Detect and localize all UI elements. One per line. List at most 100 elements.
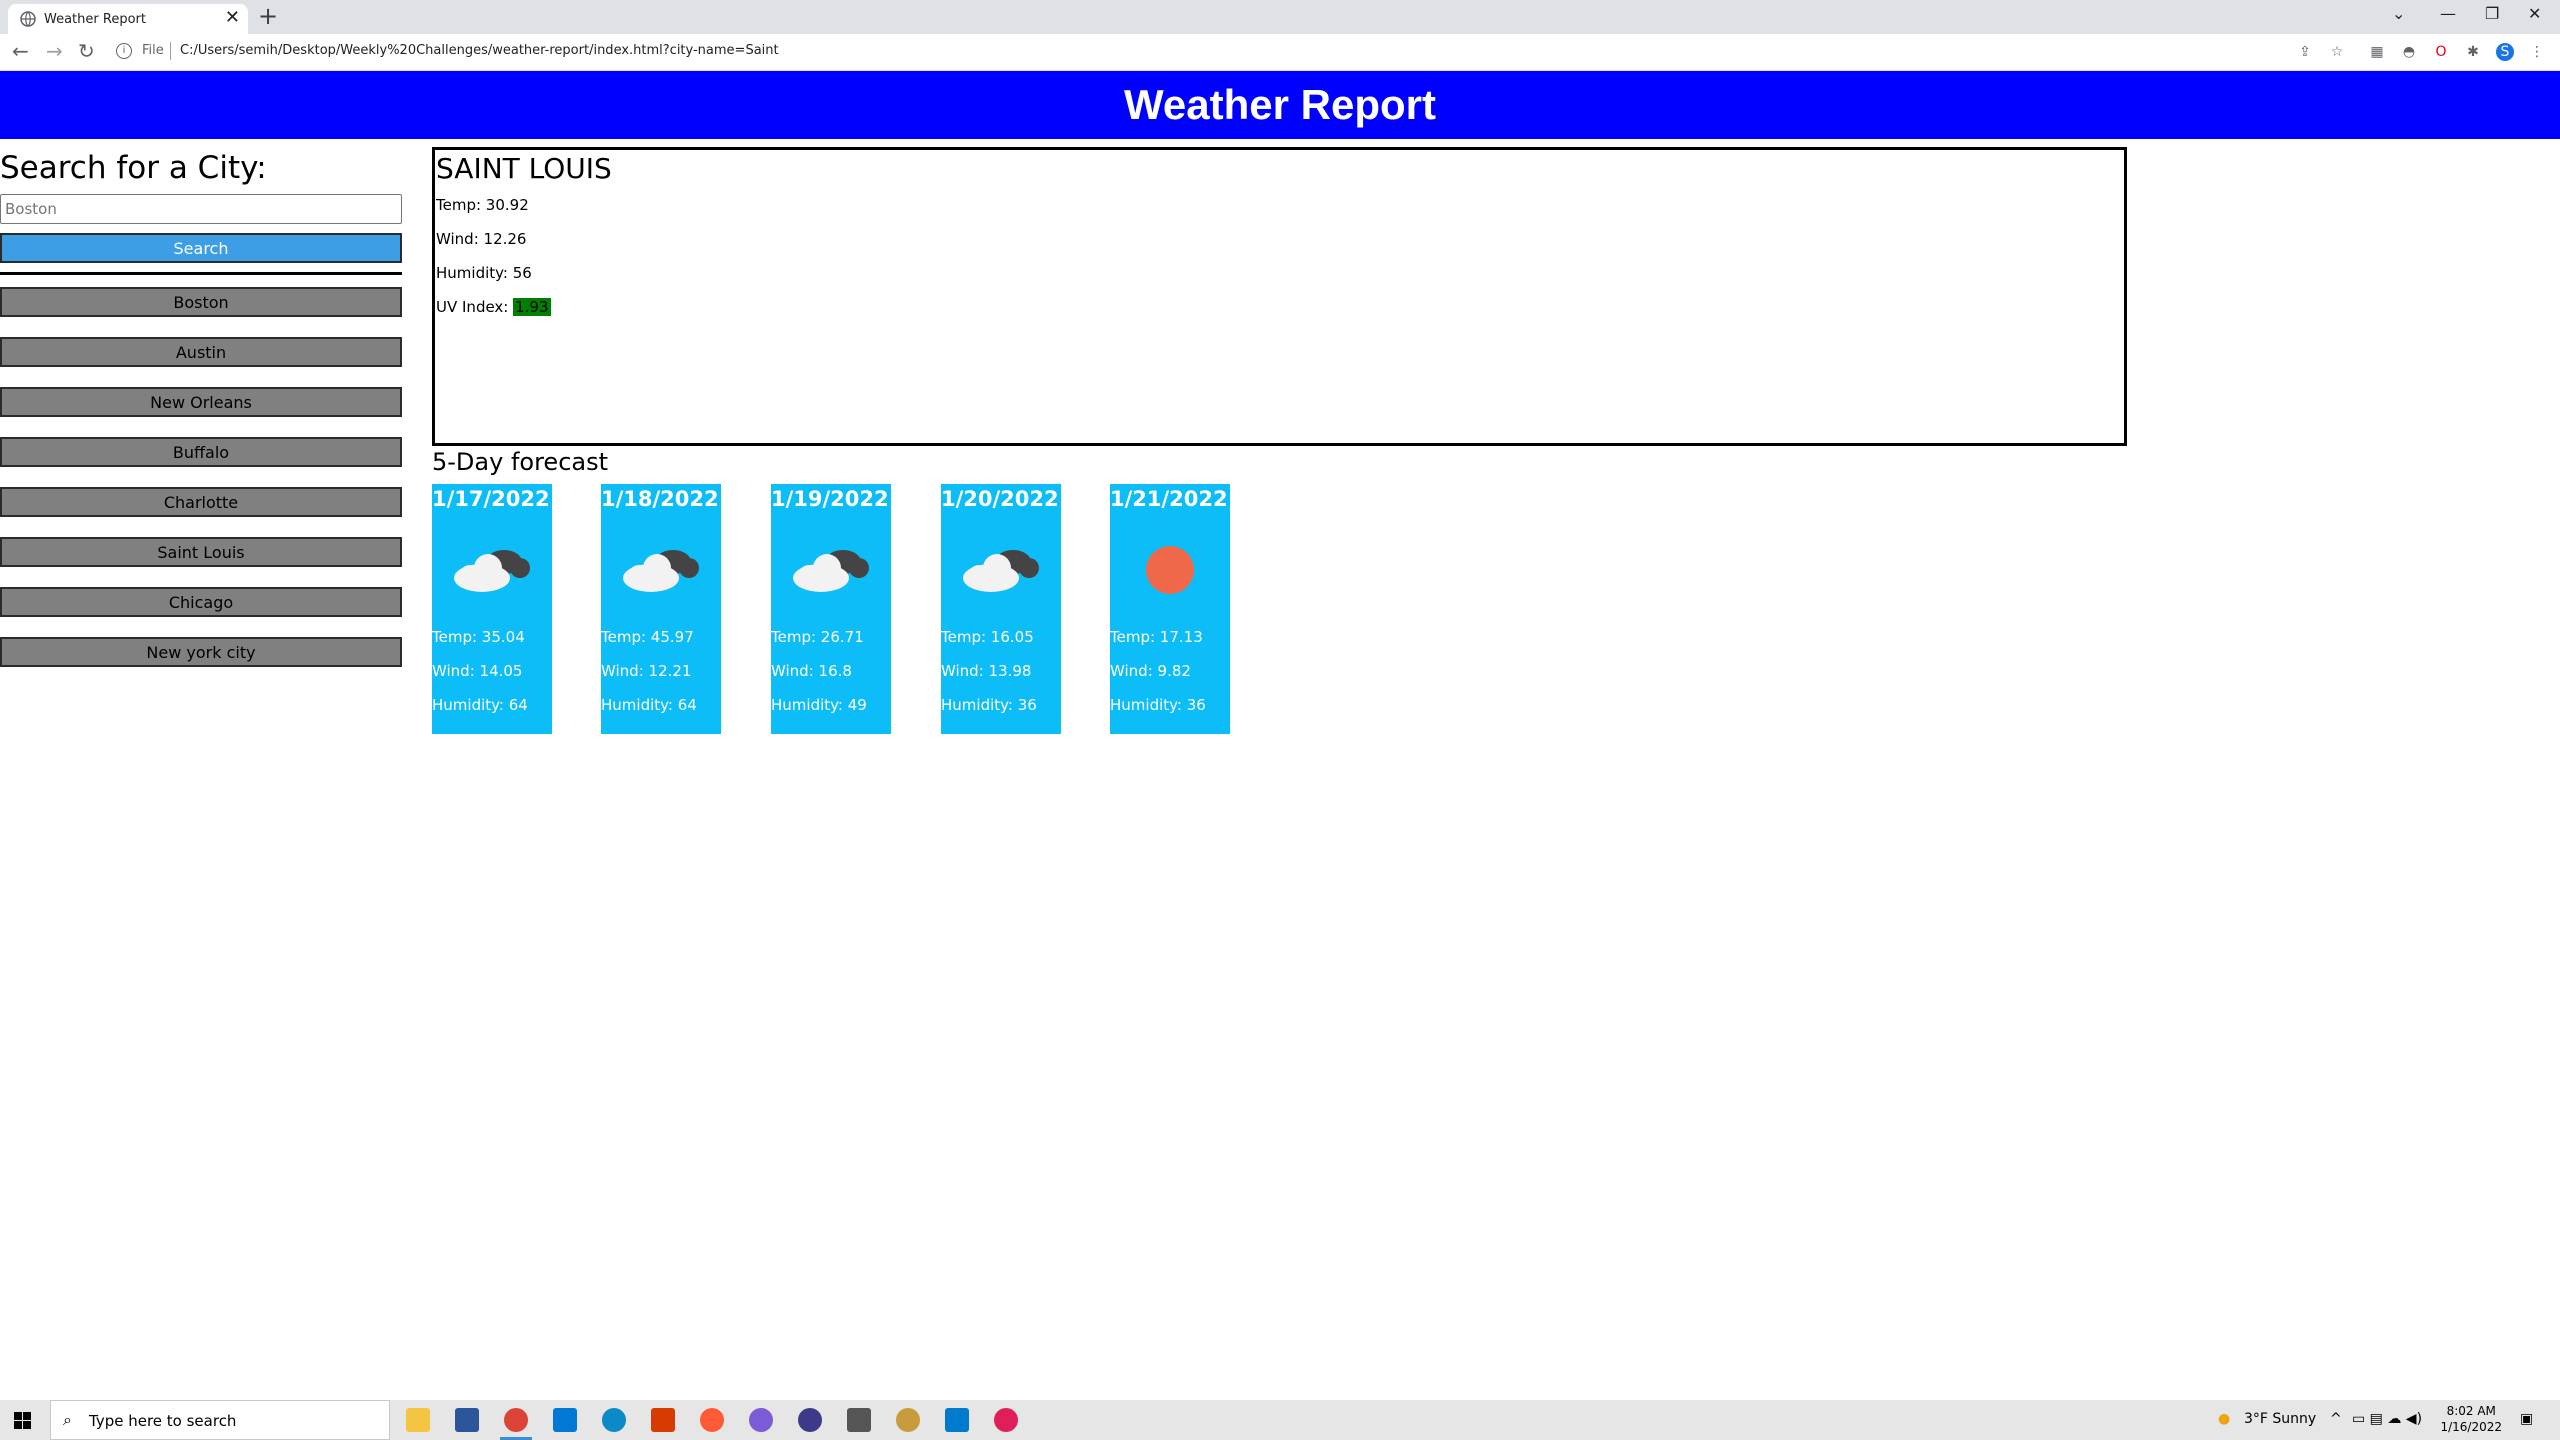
forecast-temp: Temp: 26.71 bbox=[771, 628, 864, 646]
forecast-date: 1/19/2022 bbox=[771, 487, 889, 511]
current-temp: Temp: 30.92 bbox=[436, 196, 529, 214]
search-button[interactable]: Search bbox=[0, 233, 402, 263]
discord-icon[interactable] bbox=[749, 1408, 773, 1432]
share-icon[interactable]: ⇪ bbox=[2296, 43, 2314, 61]
windows-taskbar: ⌕ Type here to search ● 3°F Sunny ^ ▭ ▤ … bbox=[0, 1400, 2560, 1440]
forecast-temp: Temp: 16.05 bbox=[941, 628, 1034, 646]
forecast-wind: Wind: 16.8 bbox=[771, 662, 852, 680]
slack-icon[interactable] bbox=[994, 1408, 1018, 1432]
forecast-date: 1/21/2022 bbox=[1110, 487, 1228, 511]
current-city-name: SAINT LOUIS bbox=[436, 152, 612, 185]
history-button-saint-louis[interactable]: Saint Louis bbox=[0, 537, 402, 567]
history-button-chicago[interactable]: Chicago bbox=[0, 587, 402, 617]
cloud-icon bbox=[454, 550, 530, 592]
windows-start-icon[interactable] bbox=[14, 1412, 31, 1429]
forecast-temp: Temp: 17.13 bbox=[1110, 628, 1203, 646]
clock-date: 1/16/2022 bbox=[2440, 1420, 2502, 1434]
history-button-buffalo[interactable]: Buffalo bbox=[0, 437, 402, 467]
history-button-new-york-city[interactable]: New york city bbox=[0, 637, 402, 667]
address-bar[interactable]: C:/Users/semih/Desktop/Weekly%20Challeng… bbox=[180, 43, 779, 58]
globe-icon bbox=[20, 11, 36, 27]
github-desktop-icon[interactable] bbox=[798, 1408, 822, 1432]
history-button-boston[interactable]: Boston bbox=[0, 287, 402, 317]
chrome-icon[interactable] bbox=[504, 1408, 528, 1432]
minimize-icon[interactable]: — bbox=[2440, 4, 2456, 23]
restore-icon[interactable]: ❐ bbox=[2485, 4, 2499, 23]
opera-extension-icon[interactable]: O bbox=[2432, 43, 2450, 61]
tab-close-icon[interactable]: ✕ bbox=[225, 8, 240, 28]
puzzle-extensions-icon[interactable]: ✱ bbox=[2464, 43, 2482, 61]
bookmark-star-icon[interactable]: ☆ bbox=[2328, 43, 2346, 61]
browser-tab[interactable]: Weather Report ✕ bbox=[8, 4, 248, 34]
weather-tray-icon[interactable]: ● bbox=[2218, 1411, 2230, 1427]
search-icon: ⌕ bbox=[63, 1410, 72, 1429]
taskbar-search-placeholder: Type here to search bbox=[89, 1412, 237, 1430]
browser-menu-icon[interactable]: ⋮ bbox=[2528, 43, 2546, 61]
forecast-card: 1/18/2022 Temp: 45.97 Wind: 12.21 Humidi… bbox=[601, 484, 721, 734]
forecast-wind: Wind: 13.98 bbox=[941, 662, 1032, 680]
incognito-extension-icon[interactable]: ◓ bbox=[2400, 43, 2418, 61]
browser-toolbar: ← → ↻ i File C:/Users/semih/Desktop/Week… bbox=[0, 34, 2560, 71]
page-header: Weather Report bbox=[0, 71, 2560, 139]
sidebar-divider bbox=[0, 272, 402, 275]
extension-icon[interactable]: ▦ bbox=[2368, 43, 2386, 61]
vscode-icon[interactable] bbox=[945, 1408, 969, 1432]
cloud-icon bbox=[793, 550, 869, 592]
forecast-temp: Temp: 45.97 bbox=[601, 628, 694, 646]
edge-icon[interactable] bbox=[602, 1408, 626, 1432]
current-humidity: Humidity: 56 bbox=[436, 264, 532, 282]
forecast-wind: Wind: 9.82 bbox=[1110, 662, 1191, 680]
forecast-title: 5-Day forecast bbox=[432, 448, 609, 476]
forecast-date: 1/18/2022 bbox=[601, 487, 719, 511]
omnibox-separator bbox=[170, 42, 171, 60]
history-button-charlotte[interactable]: Charlotte bbox=[0, 487, 402, 517]
forecast-card: 1/21/2022 Temp: 17.13 Wind: 9.82 Humidit… bbox=[1110, 484, 1230, 734]
clock-time: 8:02 AM bbox=[2446, 1404, 2496, 1418]
mail-icon[interactable] bbox=[553, 1408, 577, 1432]
reload-icon[interactable]: ↻ bbox=[78, 40, 95, 62]
current-uv-row: UV Index: 1.93 bbox=[436, 298, 551, 316]
store-icon[interactable] bbox=[455, 1408, 479, 1432]
cloud-icon bbox=[963, 550, 1039, 592]
forecast-humidity: Humidity: 36 bbox=[941, 696, 1037, 714]
office-icon[interactable] bbox=[651, 1408, 675, 1432]
terminal-icon[interactable] bbox=[847, 1408, 871, 1432]
game-launcher-icon[interactable] bbox=[896, 1408, 920, 1432]
file-explorer-icon[interactable] bbox=[406, 1408, 430, 1432]
tab-title: Weather Report bbox=[44, 12, 146, 27]
new-tab-button[interactable]: + bbox=[258, 3, 278, 29]
app-icon[interactable] bbox=[700, 1408, 724, 1432]
forecast-card: 1/20/2022 Temp: 16.05 Wind: 13.98 Humidi… bbox=[941, 484, 1061, 734]
history-button-austin[interactable]: Austin bbox=[0, 337, 402, 367]
taskbar-search[interactable]: ⌕ Type here to search bbox=[50, 1400, 390, 1440]
sun-icon bbox=[1146, 546, 1194, 594]
forward-icon[interactable]: → bbox=[46, 40, 63, 62]
forecast-date: 1/20/2022 bbox=[941, 487, 1059, 511]
history-button-new-orleans[interactable]: New Orleans bbox=[0, 387, 402, 417]
current-wind: Wind: 12.26 bbox=[436, 230, 527, 248]
tab-search-icon[interactable]: ⌄ bbox=[2392, 4, 2405, 23]
forecast-card: 1/17/2022 Temp: 35.04 Wind: 14.05 Humidi… bbox=[432, 484, 552, 734]
forecast-humidity: Humidity: 64 bbox=[432, 696, 528, 714]
back-icon[interactable]: ← bbox=[12, 40, 29, 62]
site-info-icon[interactable]: i bbox=[116, 43, 132, 59]
browser-tabstrip: Weather Report ✕ + ⌄ — ❐ ✕ bbox=[0, 0, 2560, 34]
forecast-temp: Temp: 35.04 bbox=[432, 628, 525, 646]
tray-weather-text[interactable]: 3°F Sunny bbox=[2244, 1411, 2316, 1427]
window-close-icon[interactable]: ✕ bbox=[2528, 4, 2541, 23]
uv-label: UV Index: bbox=[436, 298, 514, 316]
notification-icon[interactable]: ▣ bbox=[2520, 1411, 2533, 1427]
taskbar-clock[interactable]: 8:02 AM 1/16/2022 bbox=[2440, 1403, 2502, 1435]
city-search-input[interactable] bbox=[0, 194, 402, 224]
forecast-wind: Wind: 14.05 bbox=[432, 662, 523, 680]
cloud-icon bbox=[623, 550, 699, 592]
tray-icons[interactable]: ▭ ▤ ☁ ◀) bbox=[2352, 1411, 2422, 1427]
forecast-wind: Wind: 12.21 bbox=[601, 662, 692, 680]
search-heading: Search for a City: bbox=[0, 150, 267, 186]
profile-avatar[interactable]: S bbox=[2496, 43, 2514, 61]
tray-overflow-icon[interactable]: ^ bbox=[2330, 1411, 2342, 1427]
forecast-card: 1/19/2022 Temp: 26.71 Wind: 16.8 Humidit… bbox=[771, 484, 891, 734]
forecast-humidity: Humidity: 49 bbox=[771, 696, 867, 714]
search-sidebar: Search for a City: Search Boston Austin … bbox=[0, 148, 402, 667]
forecast-humidity: Humidity: 36 bbox=[1110, 696, 1206, 714]
